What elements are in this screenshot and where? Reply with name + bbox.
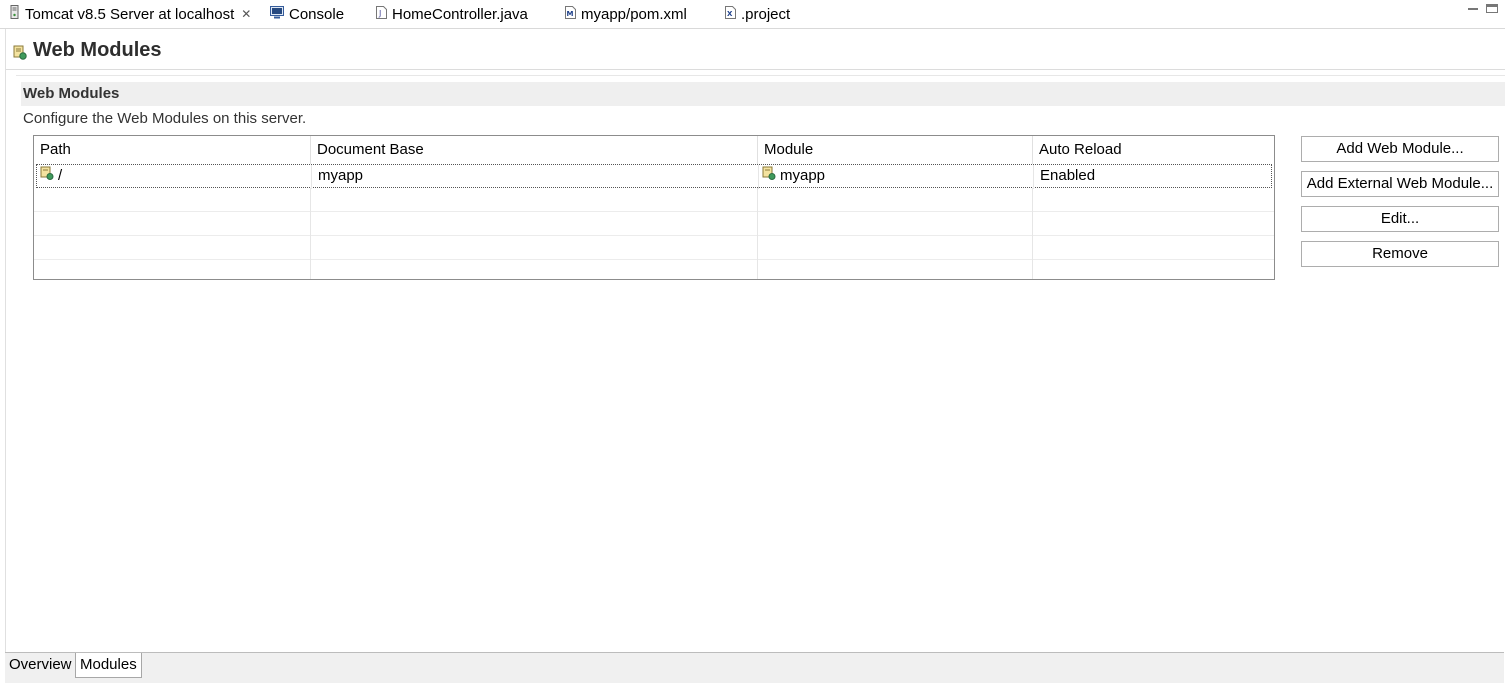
cell-auto-reload: Enabled: [1040, 167, 1096, 184]
tab-modules[interactable]: Modules: [75, 653, 142, 678]
server-editor: Web Modules Web Modules Configure the We…: [5, 29, 1505, 652]
svg-text:M: M: [567, 10, 574, 18]
editor-page-tabs: Overview Modules: [5, 652, 1504, 683]
section-header[interactable]: Web Modules: [21, 82, 1505, 106]
add-external-web-module-button[interactable]: Add External Web Module...: [1301, 171, 1499, 197]
editor-tab-bar: Tomcat v8.5 Server at localhost ✕ Consol…: [0, 0, 1505, 29]
tab-label: Console: [289, 5, 345, 23]
page-header: Web Modules: [6, 29, 1505, 70]
tab-label: myapp/pom.xml: [581, 5, 687, 23]
empty-row: [34, 212, 1274, 236]
column-header-path[interactable]: Path: [34, 136, 311, 164]
web-modules-table[interactable]: Path Document Base Module Auto Reload / …: [33, 135, 1275, 280]
column-header-document-base[interactable]: Document Base: [311, 136, 758, 164]
empty-row: [34, 236, 1274, 260]
svg-text:J: J: [378, 9, 381, 18]
tab-label: Tomcat v8.5 Server at localhost: [25, 5, 235, 23]
tab-console[interactable]: Console: [270, 0, 344, 28]
xml-file-icon: X: [725, 5, 736, 23]
module-value: myapp: [780, 167, 826, 184]
tab-label: .project: [741, 5, 791, 23]
empty-row: [34, 188, 1274, 212]
column-header-auto-reload[interactable]: Auto Reload: [1033, 136, 1274, 164]
tab-homecontroller-java[interactable]: J HomeController.java: [376, 0, 528, 28]
edit-button[interactable]: Edit...: [1301, 206, 1499, 232]
cell-document-base: myapp: [312, 165, 759, 189]
maven-pom-icon: M: [565, 5, 576, 23]
tab-project[interactable]: X .project: [725, 0, 790, 28]
column-header-module[interactable]: Module: [758, 136, 1033, 164]
minimize-icon[interactable]: [1468, 4, 1478, 10]
path-value: /: [58, 167, 63, 184]
page-title: Web Modules: [33, 39, 162, 61]
module-icon: [762, 165, 776, 187]
maximize-icon[interactable]: [1486, 4, 1498, 13]
web-modules-section: Web Modules Configure the Web Modules on…: [16, 75, 1505, 659]
cell-path: /: [37, 165, 312, 189]
svg-text:X: X: [727, 10, 733, 18]
table-row[interactable]: / myapp myapp Enabled: [36, 164, 1272, 189]
close-icon[interactable]: ✕: [241, 7, 251, 21]
add-web-module-button[interactable]: Add Web Module...: [1301, 136, 1499, 162]
tab-overview[interactable]: Overview: [5, 653, 76, 677]
console-icon: [270, 5, 284, 23]
web-module-icon: [40, 165, 54, 187]
java-file-icon: J: [376, 5, 387, 23]
server-icon: [10, 5, 20, 23]
section-title: Web Modules: [23, 85, 120, 102]
tab-pom-xml[interactable]: M myapp/pom.xml: [565, 0, 687, 28]
web-module-icon: [13, 45, 27, 65]
tab-label: HomeController.java: [392, 5, 528, 23]
section-description: Configure the Web Modules on this server…: [23, 110, 307, 127]
cell-module: myapp: [759, 165, 1034, 189]
empty-row: [34, 260, 1274, 279]
remove-button[interactable]: Remove: [1301, 241, 1499, 267]
tab-tomcat-server[interactable]: Tomcat v8.5 Server at localhost ✕: [10, 0, 252, 28]
